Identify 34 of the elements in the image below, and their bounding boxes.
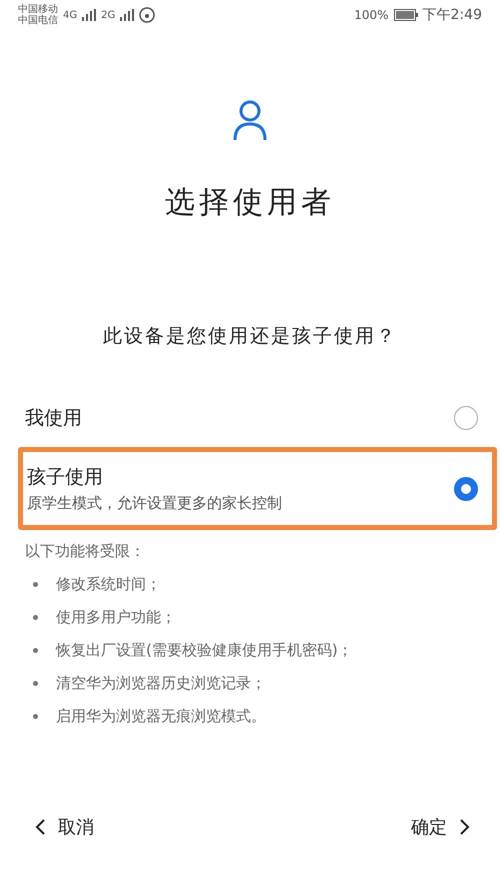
signal-icon (120, 9, 134, 21)
bullet-icon (33, 681, 38, 686)
carrier-name: 中国电信 (18, 15, 58, 26)
network-type: 4G (63, 10, 78, 20)
network-type: 2G (101, 10, 116, 20)
confirm-button[interactable]: 确定 (407, 811, 475, 843)
restriction-item: 恢复出厂设置(需要校验健康使用手机密码)； (56, 641, 353, 660)
clock: 下午2:49 (422, 6, 482, 24)
chevron-right-icon (459, 818, 471, 836)
battery-icon (394, 9, 418, 21)
restriction-item: 清空华为浏览器历史浏览记录； (56, 674, 266, 693)
restriction-item: 启用华为浏览器无痕浏览模式。 (56, 707, 266, 726)
cancel-button[interactable]: 取消 (30, 811, 98, 843)
option-row[interactable]: 我使用 (0, 389, 500, 447)
bullet-icon (33, 615, 38, 620)
highlighted-option[interactable]: 孩子使用 原学生模式，允许设置更多的家长控制 (18, 447, 497, 530)
bullet-icon (33, 714, 38, 719)
question-text: 此设备是您使用还是孩子使用？ (102, 324, 398, 349)
restriction-item: 修改系统时间； (56, 575, 161, 594)
signal-icon (82, 9, 96, 21)
radio-button[interactable] (454, 476, 478, 500)
radio-button[interactable] (454, 406, 478, 430)
page-title: 选择使用者 (165, 184, 335, 222)
bullet-icon (33, 648, 38, 653)
option-description: 原学生模式，允许设置更多的家长控制 (27, 494, 282, 513)
battery-percent: 100% (354, 8, 389, 22)
bullet-icon (33, 582, 38, 587)
option-label: 我使用 (25, 406, 82, 431)
option-label: 孩子使用 (27, 465, 104, 490)
carrier-name: 中国移动 (18, 4, 58, 15)
person-icon (232, 100, 268, 142)
chevron-left-icon (34, 818, 46, 836)
restriction-item: 使用多用户功能； (56, 608, 176, 627)
restrictions-heading: 以下功能将受限： (25, 542, 146, 561)
